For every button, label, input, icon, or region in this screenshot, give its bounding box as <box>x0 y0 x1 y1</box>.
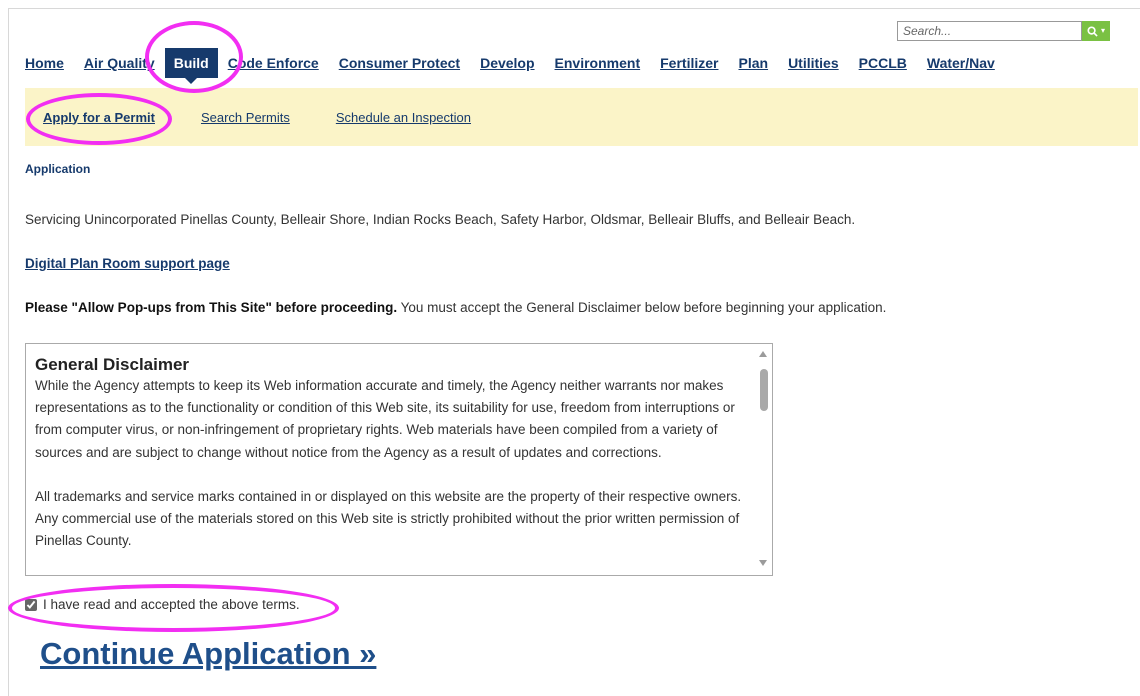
subnav-search-permits[interactable]: Search Permits <box>201 110 290 125</box>
nav-plan[interactable]: Plan <box>738 55 768 71</box>
nav-build[interactable]: Build <box>164 48 218 84</box>
scroll-up-icon[interactable] <box>759 351 767 357</box>
accept-terms[interactable]: I have read and accepted the above terms… <box>25 597 300 612</box>
search-button[interactable]: ▾ <box>1082 21 1110 41</box>
popups-notice: Please "Allow Pop-ups from This Site" be… <box>25 300 886 315</box>
site-search: ▾ <box>897 21 1110 41</box>
nav-develop[interactable]: Develop <box>480 55 534 71</box>
subnav-apply-permit[interactable]: Apply for a Permit <box>43 110 155 125</box>
scroll-down-icon[interactable] <box>759 560 767 566</box>
disclaimer-scrollbar[interactable] <box>754 344 772 575</box>
nav-consumer-protect[interactable]: Consumer Protect <box>339 55 460 71</box>
nav-code-enforce[interactable]: Code Enforce <box>228 55 319 71</box>
disclaimer-content: General Disclaimer While the Agency atte… <box>35 355 747 574</box>
accept-checkbox[interactable] <box>25 598 37 611</box>
caret-down-icon: ▾ <box>1100 26 1105 35</box>
nav-water-nav[interactable]: Water/Nav <box>927 55 995 71</box>
section-label: Application <box>25 162 91 176</box>
disclaimer-paragraph: All trademarks and service marks contain… <box>35 488 742 549</box>
sub-nav: Apply for a Permit Search Permits Schedu… <box>25 88 1138 146</box>
disclaimer-box[interactable]: General Disclaimer While the Agency atte… <box>25 343 773 576</box>
nav-pcclb[interactable]: PCCLB <box>859 55 907 71</box>
popups-notice-rest: You must accept the General Disclaimer b… <box>397 300 887 315</box>
plan-room-link[interactable]: Digital Plan Room support page <box>25 256 230 271</box>
nav-air-quality[interactable]: Air Quality <box>84 55 155 71</box>
servicing-text: Servicing Unincorporated Pinellas County… <box>25 212 856 227</box>
nav-home[interactable]: Home <box>25 55 64 71</box>
scroll-thumb[interactable] <box>760 369 768 411</box>
disclaimer-paragraph: While the Agency attempts to keep its We… <box>35 378 735 460</box>
nav-utilities[interactable]: Utilities <box>788 55 839 71</box>
nav-environment[interactable]: Environment <box>555 55 641 71</box>
accept-label: I have read and accepted the above terms… <box>43 597 300 612</box>
continue-application-link[interactable]: Continue Application » <box>40 636 376 672</box>
subnav-schedule-inspection[interactable]: Schedule an Inspection <box>336 110 471 125</box>
popups-notice-bold: Please "Allow Pop-ups from This Site" be… <box>25 300 398 315</box>
search-input[interactable] <box>897 21 1082 41</box>
disclaimer-title: General Disclaimer <box>35 355 190 374</box>
search-icon <box>1087 25 1098 37</box>
nav-fertilizer[interactable]: Fertilizer <box>660 55 718 71</box>
main-nav: Home Air Quality Build Code Enforce Cons… <box>25 44 1015 84</box>
